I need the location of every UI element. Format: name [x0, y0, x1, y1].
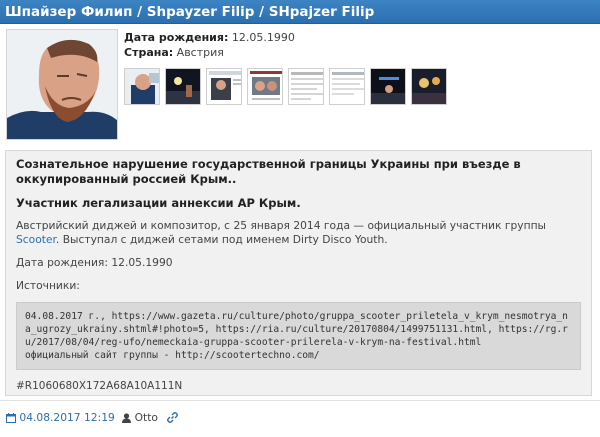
bio-text-end: . Выступал с диджей сетами под именем Di…	[55, 233, 388, 246]
scooter-link[interactable]: Scooter	[16, 233, 56, 246]
birth-label: Дата рождения:	[124, 31, 229, 44]
country-row: Страна: Австрия	[124, 45, 295, 60]
post-footer: 04.08.2017 12:19 Otto	[0, 400, 600, 437]
thumbnail-4[interactable]	[247, 68, 283, 105]
bio-text-start: Австрийский диджей и композитор, с 25 ян…	[16, 219, 546, 232]
page-title-text: Шпайзер Филип / Shpayzer Filip / SHpajze…	[5, 4, 375, 20]
user-icon	[122, 411, 134, 424]
birth-date-line: Дата рождения: 12.05.1990	[16, 256, 173, 269]
thumbnail-5[interactable]	[288, 68, 324, 105]
description-panel: Сознательное нарушение государственной г…	[5, 150, 592, 396]
record-hash: #R1060680X172A68A10A111N	[16, 380, 183, 392]
annexation-text: Участник легализации аннексии АР Крым.	[16, 196, 301, 210]
country-value: Австрия	[176, 46, 224, 59]
sources-label: Источники:	[16, 279, 80, 292]
link-icon[interactable]	[167, 411, 179, 424]
post-author[interactable]: Otto	[135, 411, 158, 424]
sources-box: 04.08.2017 г., https://www.gazeta.ru/cul…	[16, 302, 581, 370]
sources-links: 04.08.2017 г., https://www.gazeta.ru/cul…	[25, 311, 568, 348]
birth-row: Дата рождения: 12.05.1990	[124, 30, 295, 45]
avatar	[6, 29, 118, 140]
thumbnail-6[interactable]	[329, 68, 365, 105]
page-title: Шпайзер Филип / Shpayzer Filip / SHpajze…	[0, 0, 600, 24]
thumbnail-7[interactable]	[370, 68, 406, 105]
thumbnail-1[interactable]	[124, 68, 160, 105]
country-label: Страна:	[124, 46, 174, 59]
post-date[interactable]: 04.08.2017 12:19	[19, 411, 114, 424]
thumbnail-3[interactable]	[206, 68, 242, 105]
bio-paragraph: Австрийский диджей и композитор, с 25 ян…	[16, 219, 581, 247]
avatar-photo	[7, 30, 117, 139]
thumbnail-8[interactable]	[411, 68, 447, 105]
sources-official-site: официальный сайт группы - http://scooter…	[25, 350, 320, 361]
thumbnail-2[interactable]	[165, 68, 201, 105]
birth-value: 12.05.1990	[231, 31, 295, 44]
calendar-icon	[6, 411, 19, 424]
profile-info: Дата рождения: 12.05.1990 Страна: Австри…	[124, 30, 295, 60]
violation-text: Сознательное нарушение государственной г…	[16, 157, 521, 186]
